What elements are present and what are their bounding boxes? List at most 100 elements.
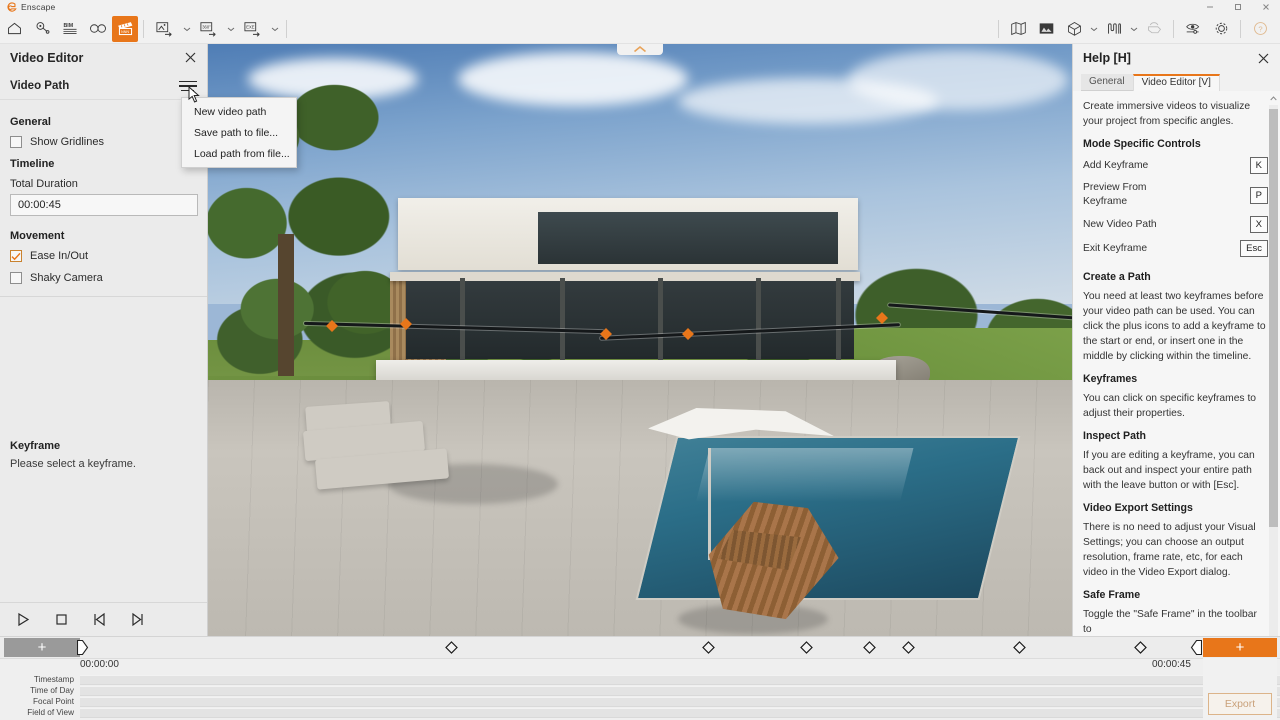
- help-scrollbar[interactable]: [1269, 95, 1278, 636]
- exe-chevron-down-icon[interactable]: [269, 16, 281, 42]
- location-icon[interactable]: [28, 16, 56, 42]
- toolbar-separator: [143, 19, 144, 38]
- menu-item-new-video-path[interactable]: New video path: [182, 101, 296, 122]
- minimize-button[interactable]: [1196, 0, 1224, 14]
- shortcut-key: P: [1249, 186, 1268, 204]
- timeline-end-time: 00:00:45: [1152, 659, 1191, 670]
- track-lane[interactable]: [80, 685, 1280, 696]
- timeline-keyframe[interactable]: [445, 641, 458, 654]
- main-toolbar: BIM NNN 360° EXE ?: [0, 14, 1280, 44]
- panorama-360-icon[interactable]: 360°: [193, 16, 225, 42]
- previous-keyframe-button[interactable]: [88, 609, 110, 631]
- timeline-keyframe[interactable]: [1134, 641, 1147, 654]
- gear-icon[interactable]: [1207, 16, 1235, 42]
- help-scrollbar-thumb[interactable]: [1269, 109, 1278, 528]
- map-icon[interactable]: [1004, 16, 1032, 42]
- tab-video-editor[interactable]: Video Editor [V]: [1132, 74, 1220, 92]
- viewport-collapse-chevron-up-icon[interactable]: [617, 44, 663, 55]
- add-keyframe-start-button[interactable]: +: [4, 638, 80, 657]
- help-question-icon[interactable]: ?: [1246, 16, 1274, 42]
- panel-divider: [0, 296, 207, 297]
- track-lane[interactable]: [80, 696, 1280, 707]
- video-editor-body: General Show Gridlines Timeline Total Du…: [0, 100, 207, 430]
- section-body-keyframes: You can click on specific keyframes to a…: [1083, 393, 1257, 420]
- visual-settings-icon[interactable]: [1179, 16, 1207, 42]
- section-body-create-a-path: You need at least two keyframes before y…: [1083, 291, 1266, 363]
- maximize-button[interactable]: [1224, 0, 1252, 14]
- timeline-keyframe[interactable]: [863, 641, 876, 654]
- help-title: Help [H]: [1083, 50, 1131, 65]
- section-body-video-export-settings: There is no need to adjust your Visual S…: [1083, 522, 1256, 579]
- cube-view-icon[interactable]: [1060, 16, 1088, 42]
- close-button[interactable]: [1252, 0, 1280, 14]
- help-panel: Help [H] General Video Editor [V] Create…: [1072, 44, 1280, 636]
- add-keyframe-end-label: +: [1235, 639, 1245, 656]
- track-field-of-view[interactable]: Field of View: [0, 707, 1280, 718]
- track-lane[interactable]: [80, 674, 1280, 685]
- video-editor-close-icon[interactable]: [181, 48, 199, 66]
- home-icon[interactable]: [0, 16, 28, 42]
- ease-in-out-row[interactable]: Ease In/Out: [10, 250, 197, 262]
- mouse-cursor-icon: [188, 86, 200, 103]
- total-duration-input[interactable]: 00:00:45: [10, 194, 198, 216]
- timeline-time-labels: 00:00:00 00:00:45: [0, 659, 1280, 673]
- next-keyframe-button[interactable]: [126, 609, 148, 631]
- exe-export-icon[interactable]: EXE: [237, 16, 269, 42]
- views-chevron-down-icon[interactable]: [1088, 16, 1100, 42]
- menu-item-load-path-from-file[interactable]: Load path from file...: [182, 143, 296, 164]
- material-icon[interactable]: [1100, 16, 1128, 42]
- track-time-of-day[interactable]: Time of Day: [0, 685, 1280, 696]
- video-clapperboard-icon[interactable]: NNN: [112, 15, 138, 42]
- timeline-ruler[interactable]: + +: [0, 637, 1280, 659]
- timeline-keyframe[interactable]: [902, 641, 915, 654]
- render-image-icon[interactable]: [149, 16, 181, 42]
- shaky-camera-row[interactable]: Shaky Camera: [10, 272, 197, 284]
- shortcut-key: Esc: [1240, 240, 1268, 258]
- timeline-keyframe[interactable]: [702, 641, 715, 654]
- section-heading-create-a-path: Create a Path: [1083, 271, 1151, 284]
- timeline-keyframe[interactable]: [800, 641, 813, 654]
- asset-library-icon[interactable]: [1032, 16, 1060, 42]
- export-button[interactable]: Export: [1208, 693, 1272, 715]
- bim-icon[interactable]: BIM: [56, 16, 84, 42]
- playhead-end-marker[interactable]: [1190, 639, 1202, 656]
- scroll-up-chevron-icon[interactable]: [1269, 93, 1278, 103]
- video-editor-header: Video Editor: [0, 44, 207, 72]
- render-image-chevron-down-icon[interactable]: [181, 16, 193, 42]
- add-keyframe-end-button[interactable]: +: [1203, 638, 1277, 657]
- house-model: [390, 198, 860, 372]
- shaky-camera-checkbox[interactable]: [10, 272, 22, 284]
- play-button[interactable]: [12, 609, 34, 631]
- playhead-start-marker[interactable]: [77, 639, 89, 656]
- general-heading: General: [10, 116, 51, 128]
- show-gridlines-checkbox[interactable]: [10, 136, 22, 148]
- tab-general[interactable]: General: [1081, 74, 1133, 92]
- 3d-viewport[interactable]: [208, 44, 1072, 636]
- section-heading-safe-frame: Safe Frame: [1083, 589, 1141, 602]
- panorama-chevron-down-icon[interactable]: [225, 16, 237, 42]
- material-chevron-down-icon[interactable]: [1128, 16, 1140, 42]
- toolbar-separator-5: [1240, 19, 1241, 38]
- ease-in-out-checkbox[interactable]: [10, 250, 22, 262]
- swimming-pool: [635, 436, 1021, 600]
- playback-controls: [0, 602, 207, 636]
- track-lane[interactable]: [80, 707, 1280, 718]
- vr-goggles-icon[interactable]: [84, 16, 112, 42]
- video-path-context-menu[interactable]: New video path Save path to file... Load…: [181, 97, 297, 168]
- headset-icon[interactable]: [1140, 16, 1168, 42]
- help-close-icon[interactable]: [1254, 49, 1272, 67]
- svg-text:NNN: NNN: [121, 30, 129, 34]
- video-path-header: Video Path: [0, 72, 207, 100]
- stop-button[interactable]: [50, 609, 72, 631]
- timeline-keyframe[interactable]: [1013, 641, 1026, 654]
- cloud: [848, 50, 1068, 110]
- track-timestamp[interactable]: Timestamp: [0, 674, 1280, 685]
- show-gridlines-row[interactable]: Show Gridlines: [10, 136, 197, 148]
- menu-item-save-path-to-file[interactable]: Save path to file...: [182, 122, 296, 143]
- track-focal-point[interactable]: Focal Point: [0, 696, 1280, 707]
- enscape-logo-icon: [7, 1, 17, 12]
- section-heading-video-export-settings: Video Export Settings: [1083, 502, 1193, 515]
- shortcut-row-preview-from-keyframe: Preview From Keyframe P: [1083, 181, 1268, 209]
- shortcut-key: K: [1249, 157, 1268, 175]
- video-editor-title: Video Editor: [10, 51, 84, 65]
